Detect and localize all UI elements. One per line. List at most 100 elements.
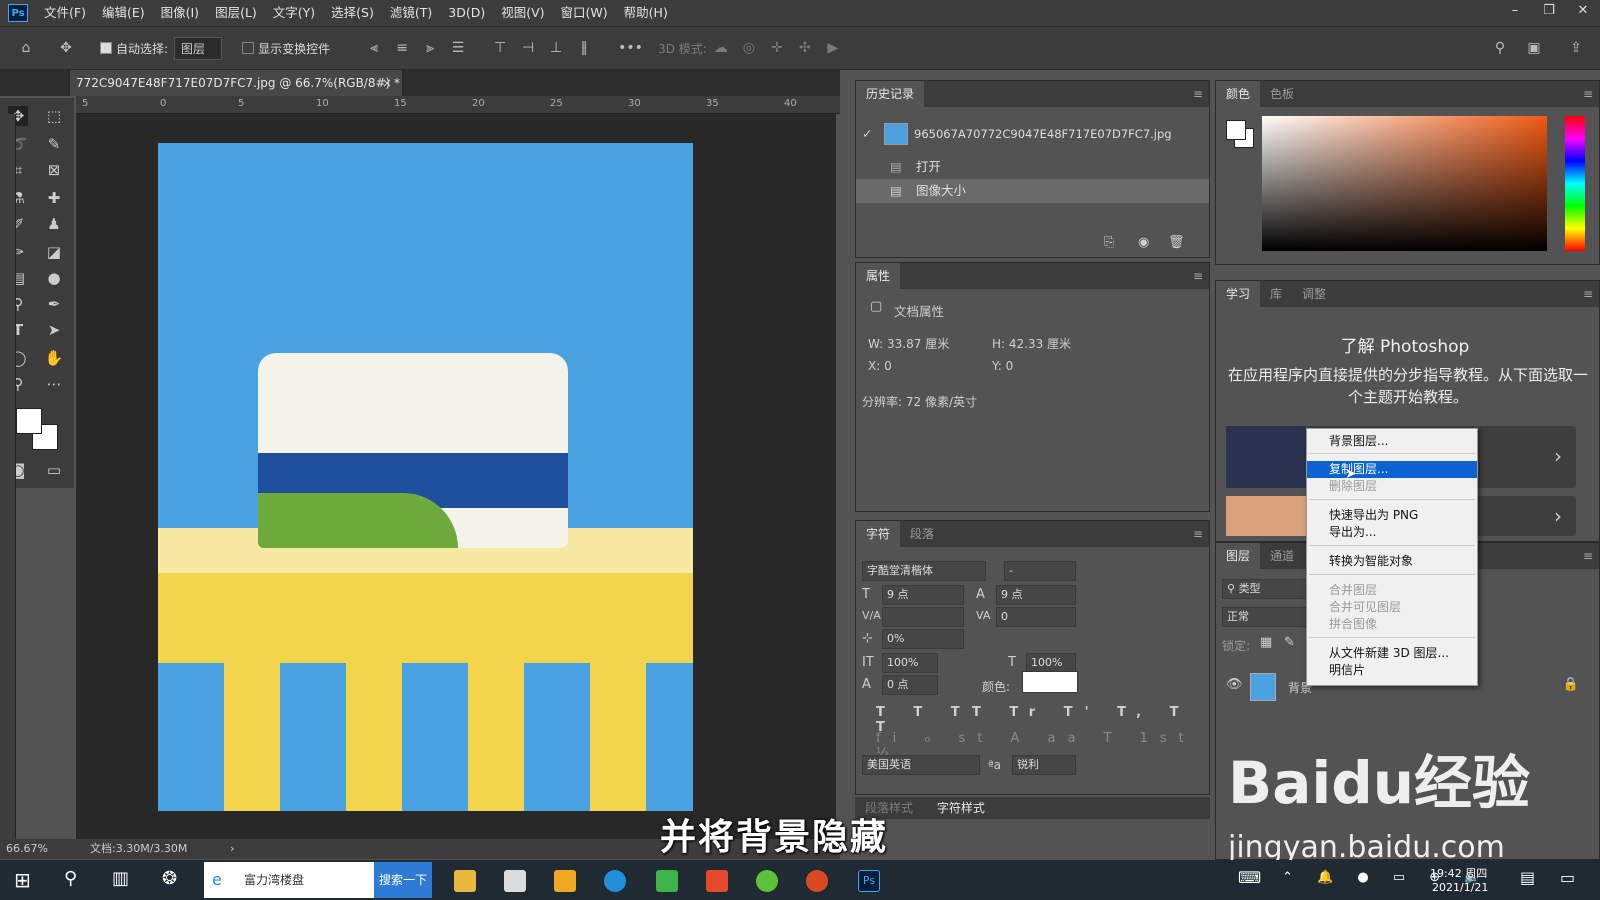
- camera-icon[interactable]: ◉: [1138, 235, 1149, 250]
- document-tab[interactable]: 772C9047E48F717E07D7FC7.jpg @ 66.7%(RGB/…: [70, 70, 402, 96]
- history-item-image-size[interactable]: ▤ 图像大小: [856, 179, 1209, 203]
- kerning-field[interactable]: [882, 607, 964, 627]
- menu-type[interactable]: 文字(Y): [265, 0, 323, 26]
- quick-select-tool-icon[interactable]: ✎: [44, 134, 64, 154]
- font-family-select[interactable]: 字酷堂清楷体: [862, 561, 986, 581]
- panel-menu-icon[interactable]: ≡: [1583, 549, 1593, 563]
- minimize-icon[interactable]: –: [1498, 0, 1532, 26]
- align-center-icon[interactable]: ≡: [394, 40, 410, 56]
- blend-mode-select[interactable]: 正常: [1222, 607, 1314, 627]
- document-image[interactable]: [158, 143, 693, 811]
- menu-layer[interactable]: 图层(L): [207, 0, 265, 26]
- windows-start-icon[interactable]: ⊞: [14, 868, 31, 892]
- workspace-icon[interactable]: ▣: [1526, 40, 1542, 56]
- 3d-slide-icon[interactable]: ✣: [797, 40, 813, 56]
- menu-item-delete-layer[interactable]: 删除图层: [1307, 478, 1477, 495]
- panel-menu-icon[interactable]: ≡: [1583, 87, 1593, 101]
- close-tab-icon[interactable]: ×: [382, 70, 392, 96]
- font-size-field[interactable]: 9 点: [882, 585, 964, 605]
- auto-select-option[interactable]: 自动选择:: [100, 40, 168, 57]
- menu-edit[interactable]: 编辑(E): [94, 0, 153, 26]
- color-picker-field[interactable]: [1262, 116, 1547, 251]
- blur-tool-icon[interactable]: ●: [44, 268, 64, 288]
- search-icon[interactable]: ⚲: [64, 868, 77, 889]
- photoshop-taskbar-icon[interactable]: Ps: [858, 870, 880, 892]
- action-center-icon[interactable]: ▭: [1560, 868, 1575, 887]
- pen-tool-icon[interactable]: ✒: [44, 294, 64, 314]
- tab-properties[interactable]: 属性: [856, 263, 901, 289]
- distribute-icon[interactable]: ☰: [450, 40, 466, 56]
- panel-menu-icon[interactable]: ≡: [1193, 527, 1203, 541]
- clock-date[interactable]: 2021/1/21: [1432, 881, 1488, 894]
- notification-icon[interactable]: ▤: [1520, 868, 1535, 887]
- lock-pixels-icon[interactable]: ▦: [1260, 635, 1272, 650]
- align-left-icon[interactable]: ⫷: [366, 40, 382, 56]
- menu-item-flatten-image[interactable]: 拼合图像: [1307, 616, 1477, 633]
- browser-360-icon[interactable]: [756, 870, 778, 892]
- file-explorer-icon[interactable]: [454, 870, 476, 892]
- menu-file[interactable]: 文件(F): [36, 0, 94, 26]
- panel-menu-icon[interactable]: ≡: [1583, 287, 1593, 301]
- menu-view[interactable]: 视图(V): [493, 0, 552, 26]
- show-transform-checkbox[interactable]: [242, 42, 255, 54]
- tab-color[interactable]: 颜色: [1216, 81, 1261, 107]
- more-tools-icon[interactable]: ⋯: [44, 374, 64, 394]
- menu-item-background-layer[interactable]: 背景图层...: [1307, 433, 1477, 450]
- store-icon[interactable]: [504, 870, 526, 892]
- anti-alias-select[interactable]: 锐利: [1012, 755, 1076, 775]
- app-swirl-icon[interactable]: ❂: [162, 868, 177, 889]
- stamp-tool-icon[interactable]: ♟: [44, 214, 64, 234]
- menu-select[interactable]: 选择(S): [323, 0, 382, 26]
- 3d-scale-icon[interactable]: ▶: [825, 40, 841, 56]
- taskbar-search-button[interactable]: 搜索一下: [374, 862, 432, 898]
- edge-browser-icon[interactable]: [604, 870, 626, 892]
- zoom-level[interactable]: 66.67%: [6, 839, 48, 859]
- tracking-field[interactable]: 0: [996, 607, 1076, 627]
- menu-item-merge-layers[interactable]: 合并图层: [1307, 582, 1477, 599]
- menu-item-new-3d-layer[interactable]: 从文件新建 3D 图层...: [1307, 645, 1477, 662]
- language-select[interactable]: 美国英语: [862, 755, 980, 775]
- hand-tool-icon[interactable]: ✋: [44, 348, 64, 368]
- menu-item-export-as[interactable]: 导出为...: [1307, 524, 1477, 541]
- share-icon[interactable]: ⇪: [1568, 40, 1584, 56]
- tab-swatches[interactable]: 色板: [1260, 81, 1304, 107]
- new-document-from-state-icon[interactable]: ⎘: [1104, 235, 1114, 250]
- 3d-orbit-icon[interactable]: ☁: [713, 40, 729, 56]
- tab-paragraph[interactable]: 段落: [900, 521, 944, 547]
- menu-3d[interactable]: 3D(D): [440, 0, 493, 26]
- vertical-scale-field[interactable]: 100%: [882, 653, 938, 673]
- more-options-icon[interactable]: •••: [618, 40, 643, 56]
- 3d-pan-icon[interactable]: ✛: [769, 40, 785, 56]
- align-top-icon[interactable]: ⊤: [492, 40, 508, 56]
- menu-item-quick-export-png[interactable]: 快速导出为 PNG: [1307, 507, 1477, 524]
- history-item-open[interactable]: ▤ 打开: [856, 155, 1209, 179]
- tab-character[interactable]: 字符: [856, 521, 901, 547]
- restore-icon[interactable]: ❐: [1532, 0, 1566, 26]
- tsume-field[interactable]: 0%: [882, 629, 964, 649]
- align-middle-icon[interactable]: ⊣: [520, 40, 536, 56]
- auto-select-checkbox[interactable]: [100, 42, 112, 54]
- tab-learn[interactable]: 学习: [1216, 281, 1261, 307]
- iqiyi-icon[interactable]: [656, 870, 678, 892]
- tab-layers[interactable]: 图层: [1216, 543, 1261, 569]
- eraser-tool-icon[interactable]: ◪: [44, 242, 64, 262]
- auto-select-dropdown[interactable]: 图层: [174, 36, 223, 60]
- eye-icon[interactable]: 👁: [1226, 677, 1243, 692]
- layer-filter-select[interactable]: ⚲ 类型: [1222, 579, 1314, 599]
- baseline-shift-field[interactable]: 0 点: [882, 675, 938, 695]
- show-transform-option[interactable]: 显示变换控件: [242, 40, 330, 57]
- menu-item-merge-visible[interactable]: 合并可见图层: [1307, 599, 1477, 616]
- tab-channels[interactable]: 通道: [1260, 543, 1304, 569]
- screen-mode-icon[interactable]: ▭: [44, 460, 64, 480]
- menu-item-duplicate-layer[interactable]: 复制图层...: [1307, 461, 1477, 478]
- menu-window[interactable]: 窗口(W): [553, 0, 616, 26]
- tab-libraries[interactable]: 库: [1260, 281, 1292, 307]
- trash-icon[interactable]: 🗑: [1168, 235, 1185, 250]
- close-icon[interactable]: ✕: [1566, 0, 1600, 26]
- path-select-tool-icon[interactable]: ➤: [44, 320, 64, 340]
- frame-tool-icon[interactable]: ⊠: [44, 160, 64, 180]
- lock-brush-icon[interactable]: ✎: [1284, 635, 1295, 650]
- font-style-select[interactable]: -: [1004, 561, 1076, 581]
- panel-menu-icon[interactable]: ≡: [1193, 269, 1203, 283]
- tab-character-styles[interactable]: 字符样式: [926, 801, 995, 815]
